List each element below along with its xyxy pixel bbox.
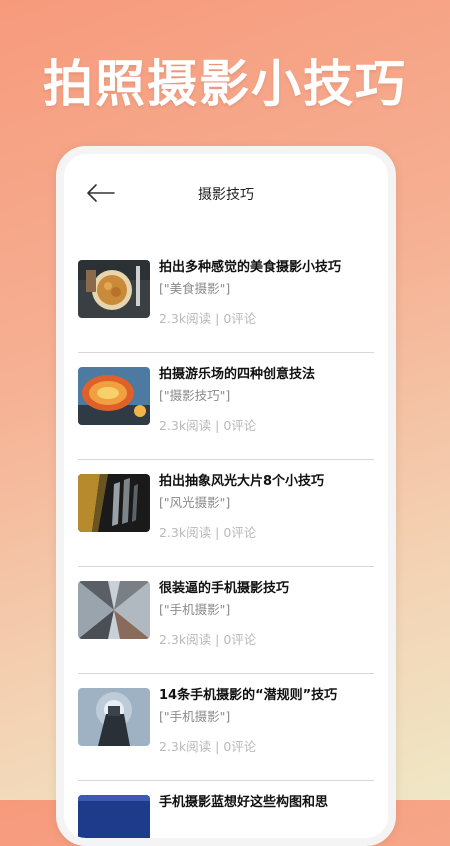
comment-count: 0评论	[223, 739, 257, 754]
top-bar: 摄影技巧	[64, 154, 388, 234]
list-item[interactable]: 拍出多种感觉的美食摄影小技巧 ["美食摄影"] 2.3k阅读 | 0评论	[78, 246, 374, 353]
comment-count: 0评论	[223, 632, 257, 647]
article-thumbnail	[78, 688, 150, 746]
article-tag: ["风光摄影"]	[159, 495, 231, 510]
article-title: 拍出抽象风光大片8个小技巧	[159, 474, 325, 489]
article-title: 拍出多种感觉的美食摄影小技巧	[159, 260, 342, 275]
meta-separator: |	[215, 418, 220, 433]
article-meta: 2.3k阅读 | 0评论	[159, 736, 256, 755]
article-meta: 2.3k阅读 | 0评论	[159, 308, 256, 327]
article-title: 手机摄影蓝想好这些构图和思	[159, 795, 329, 810]
comment-count: 0评论	[223, 418, 257, 433]
article-title: 拍摄游乐场的四种创意技法	[159, 367, 316, 382]
page-title: 摄影技巧	[198, 187, 254, 203]
article-meta: 2.3k阅读 | 0评论	[159, 522, 256, 541]
read-count: 2.3k阅读	[159, 739, 212, 754]
phone-frame: 摄影技巧 拍出多种感觉的美食摄影小技巧 ["美食摄影"] 2.3k阅读 | 0评…	[56, 146, 396, 846]
article-tag: ["美食摄影"]	[159, 281, 231, 296]
meta-separator: |	[215, 632, 220, 647]
comment-count: 0评论	[223, 525, 257, 540]
article-list: 拍出多种感觉的美食摄影小技巧 ["美食摄影"] 2.3k阅读 | 0评论 拍摄游…	[78, 246, 374, 838]
promo-title: 拍照摄影小技巧	[43, 55, 407, 113]
list-item[interactable]: 14条手机摄影的“潜规则”技巧 ["手机摄影"] 2.3k阅读 | 0评论	[78, 674, 374, 781]
article-tag: ["手机摄影"]	[159, 709, 231, 724]
list-item[interactable]: 手机摄影蓝想好这些构图和思	[78, 781, 374, 838]
read-count: 2.3k阅读	[159, 525, 212, 540]
meta-separator: |	[215, 311, 220, 326]
list-item[interactable]: 拍摄游乐场的四种创意技法 ["摄影技巧"] 2.3k阅读 | 0评论	[78, 353, 374, 460]
read-count: 2.3k阅读	[159, 632, 212, 647]
article-meta: 2.3k阅读 | 0评论	[159, 629, 256, 648]
list-item[interactable]: 很装逼的手机摄影技巧 ["手机摄影"] 2.3k阅读 | 0评论	[78, 567, 374, 674]
comment-count: 0评论	[223, 311, 257, 326]
article-meta: 2.3k阅读 | 0评论	[159, 415, 256, 434]
meta-separator: |	[215, 739, 220, 754]
article-thumbnail	[78, 260, 150, 318]
read-count: 2.3k阅读	[159, 418, 212, 433]
article-thumbnail	[78, 581, 150, 639]
article-tag: ["摄影技巧"]	[159, 388, 231, 403]
article-title: 14条手机摄影的“潜规则”技巧	[159, 688, 338, 703]
meta-separator: |	[215, 525, 220, 540]
article-thumbnail	[78, 795, 150, 838]
read-count: 2.3k阅读	[159, 311, 212, 326]
article-title: 很装逼的手机摄影技巧	[159, 581, 290, 596]
list-item[interactable]: 拍出抽象风光大片8个小技巧 ["风光摄影"] 2.3k阅读 | 0评论	[78, 460, 374, 567]
article-thumbnail	[78, 474, 150, 532]
article-thumbnail	[78, 367, 150, 425]
article-tag: ["手机摄影"]	[159, 602, 231, 617]
